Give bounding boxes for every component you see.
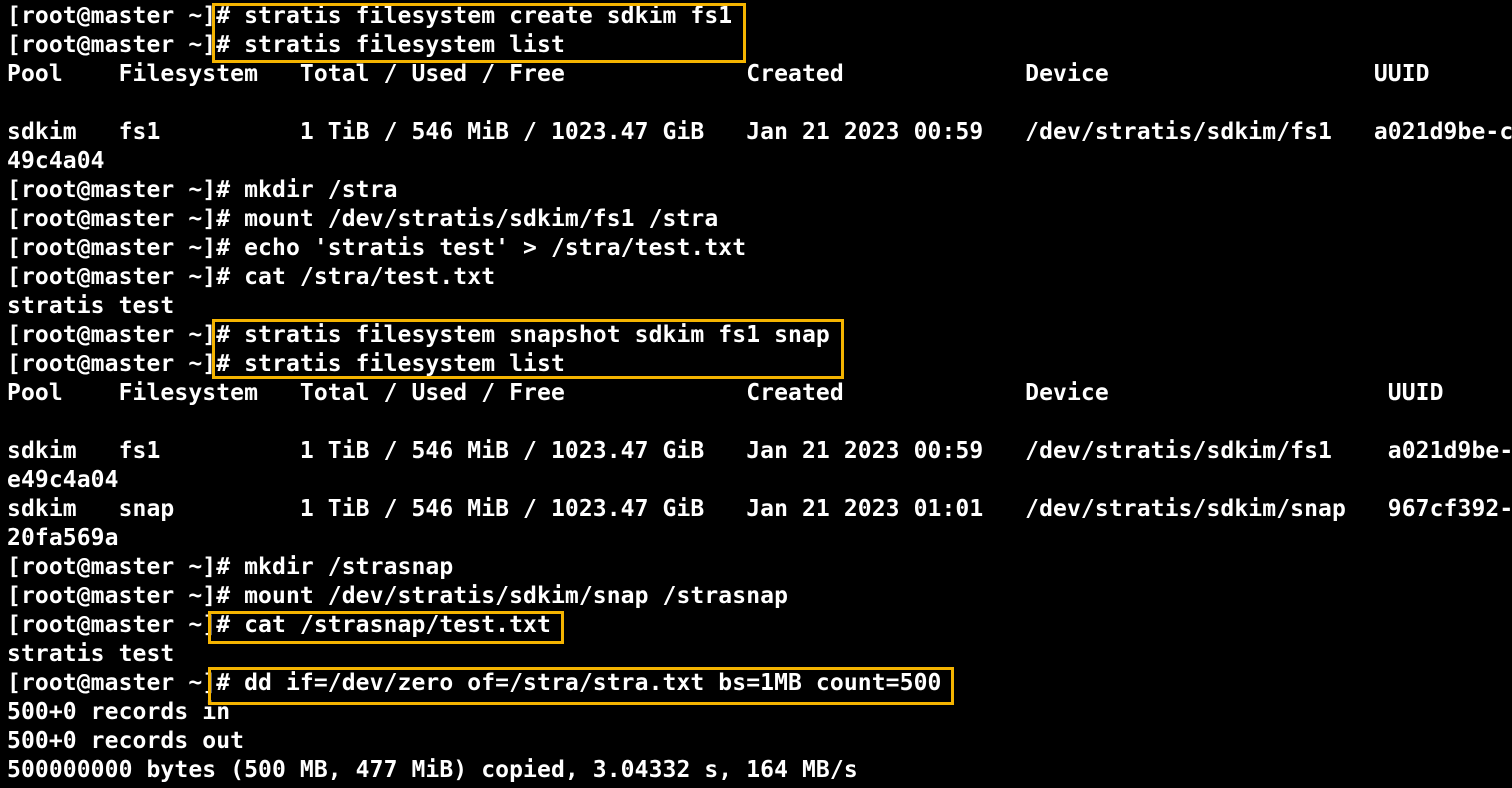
highlight-box-cat (208, 611, 564, 644)
terminal-output: 500000000 bytes (500 MB, 477 MiB) copied… (7, 757, 858, 783)
highlight-box-dd (208, 667, 954, 705)
table-header: Pool Filesystem Total / Used / Free Crea… (7, 61, 1430, 87)
table-row-wrap: 20fa569a (7, 525, 119, 551)
terminal-line-20: [root@master ~]# mkdir /strasnap (7, 554, 454, 580)
table-row: sdkim fs1 1 TiB / 546 MiB / 1023.47 GiB … (7, 438, 1512, 464)
terminal-line-10: [root@master ~]# cat /stra/test.txt (7, 264, 496, 290)
table-row-wrap: 49c4a04 (7, 148, 105, 174)
terminal-output: 500+0 records out (7, 728, 245, 754)
terminal-line-9: [root@master ~]# echo 'stratis test' > /… (7, 235, 747, 261)
table-row: sdkim snap 1 TiB / 546 MiB / 1023.47 GiB… (7, 496, 1512, 522)
terminal-output: stratis test (7, 641, 175, 667)
terminal-window[interactable]: [root@master ~]# stratis filesystem crea… (0, 0, 1512, 788)
table-row-wrap: e49c4a04 (7, 467, 119, 493)
terminal-output: stratis test (7, 293, 175, 319)
table-row: sdkim fs1 1 TiB / 546 MiB / 1023.47 GiB … (7, 119, 1512, 145)
terminal-line-21: [root@master ~]# mount /dev/stratis/sdki… (7, 583, 789, 609)
terminal-line-8: [root@master ~]# mount /dev/stratis/sdki… (7, 206, 719, 232)
terminal-output: 500+0 records in (7, 699, 231, 725)
highlight-box-snapshot-list (212, 319, 844, 379)
terminal-line-7: [root@master ~]# mkdir /stra (7, 177, 398, 203)
table-header: Pool Filesystem Total / Used / Free Crea… (7, 380, 1444, 406)
highlight-box-create-list (212, 3, 746, 63)
